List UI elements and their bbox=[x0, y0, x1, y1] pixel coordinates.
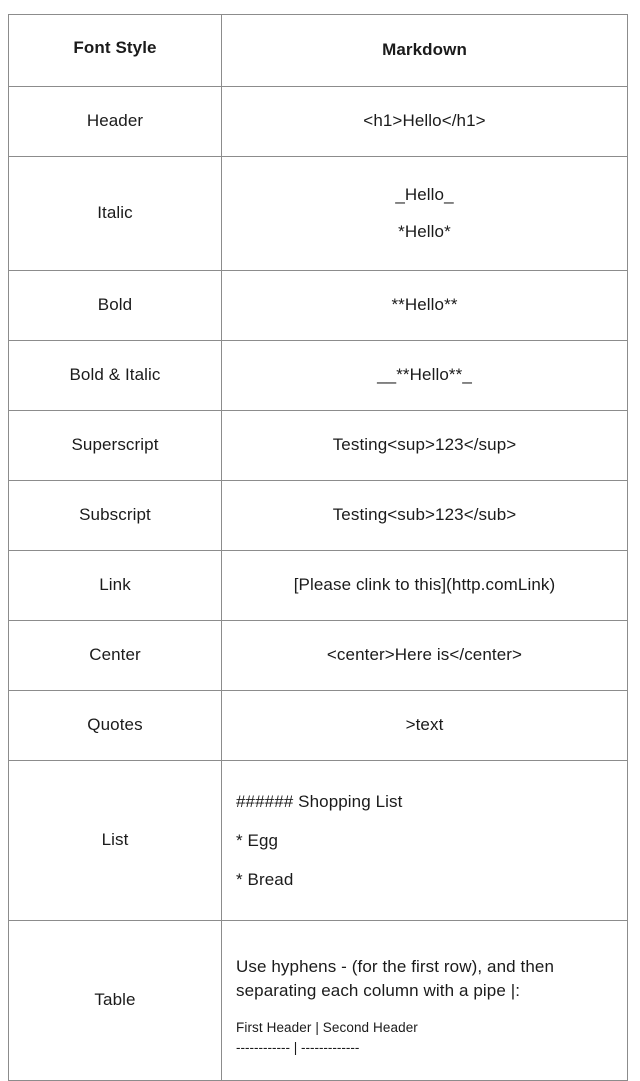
table-row: Bold & Italic __**Hello**_ bbox=[8, 340, 628, 411]
row-value-superscript: Testing<sup>123</sup> bbox=[221, 410, 628, 481]
snippet-line: *Hello* bbox=[398, 221, 451, 241]
row-value-subscript: Testing<sub>123</sub> bbox=[221, 480, 628, 551]
row-value-table: Use hyphens - (for the first row), and t… bbox=[221, 920, 628, 1081]
snippet-line-group: _Hello_ *Hello* bbox=[232, 177, 617, 249]
row-label-quotes: Quotes bbox=[8, 690, 222, 761]
row-label-superscript: Superscript bbox=[8, 410, 222, 481]
list-line: ###### Shopping List bbox=[236, 791, 403, 811]
table-row: Subscript Testing<sub>123</sub> bbox=[8, 480, 628, 551]
table-row: Header <h1>Hello</h1> bbox=[8, 86, 628, 157]
row-value-center: <center>Here is</center> bbox=[221, 620, 628, 691]
row-label-bold-italic: Bold & Italic bbox=[8, 340, 222, 411]
row-value-header: <h1>Hello</h1> bbox=[221, 86, 628, 157]
row-label-header: Header bbox=[8, 86, 222, 157]
row-label-subscript: Subscript bbox=[8, 480, 222, 551]
table-row: Bold **Hello** bbox=[8, 270, 628, 341]
row-label-link: Link bbox=[8, 550, 222, 621]
row-label-center: Center bbox=[8, 620, 222, 691]
table-row: Superscript Testing<sup>123</sup> bbox=[8, 410, 628, 481]
code-line: ------------ | ------------- bbox=[236, 1039, 360, 1055]
row-label-list: List bbox=[8, 760, 222, 921]
snippet-line: _Hello_ bbox=[395, 185, 454, 205]
page-root: Font Style Markdown Header <h1>Hello</h1… bbox=[0, 0, 640, 1081]
row-value-bold-italic: __**Hello**_ bbox=[221, 340, 628, 411]
table-row: Center <center>Here is</center> bbox=[8, 620, 628, 691]
markdown-reference-table: Font Style Markdown Header <h1>Hello</h1… bbox=[8, 14, 628, 1081]
row-label-italic: Italic bbox=[8, 156, 222, 271]
table-code-block: First Header | Second Header -----------… bbox=[236, 1002, 613, 1057]
row-label-bold: Bold bbox=[8, 270, 222, 341]
column-header-font-style: Font Style bbox=[8, 14, 222, 87]
table-header-row: Font Style Markdown bbox=[8, 14, 628, 87]
table-row: Link [Please clink to this](http.comLink… bbox=[8, 550, 628, 621]
row-label-table: Table bbox=[8, 920, 222, 1081]
row-value-quotes: >text bbox=[221, 690, 628, 761]
list-line-group: ###### Shopping List * Egg * Bread bbox=[236, 782, 613, 900]
row-value-list: ###### Shopping List * Egg * Bread bbox=[221, 760, 628, 921]
row-value-italic: _Hello_ *Hello* bbox=[221, 156, 628, 271]
table-row: Quotes >text bbox=[8, 690, 628, 761]
list-line: * Bread bbox=[236, 870, 294, 890]
table-row: Table Use hyphens - (for the first row),… bbox=[8, 920, 628, 1081]
row-value-bold: **Hello** bbox=[221, 270, 628, 341]
column-header-markdown: Markdown bbox=[221, 14, 628, 87]
list-line: * Egg bbox=[236, 830, 279, 850]
table-description: Use hyphens - (for the first row), and t… bbox=[236, 957, 554, 1000]
table-row: List ###### Shopping List * Egg * Bread bbox=[8, 760, 628, 921]
row-value-link: [Please clink to this](http.comLink) bbox=[221, 550, 628, 621]
table-row: Italic _Hello_ *Hello* bbox=[8, 156, 628, 271]
code-line: First Header | Second Header bbox=[236, 1020, 418, 1036]
